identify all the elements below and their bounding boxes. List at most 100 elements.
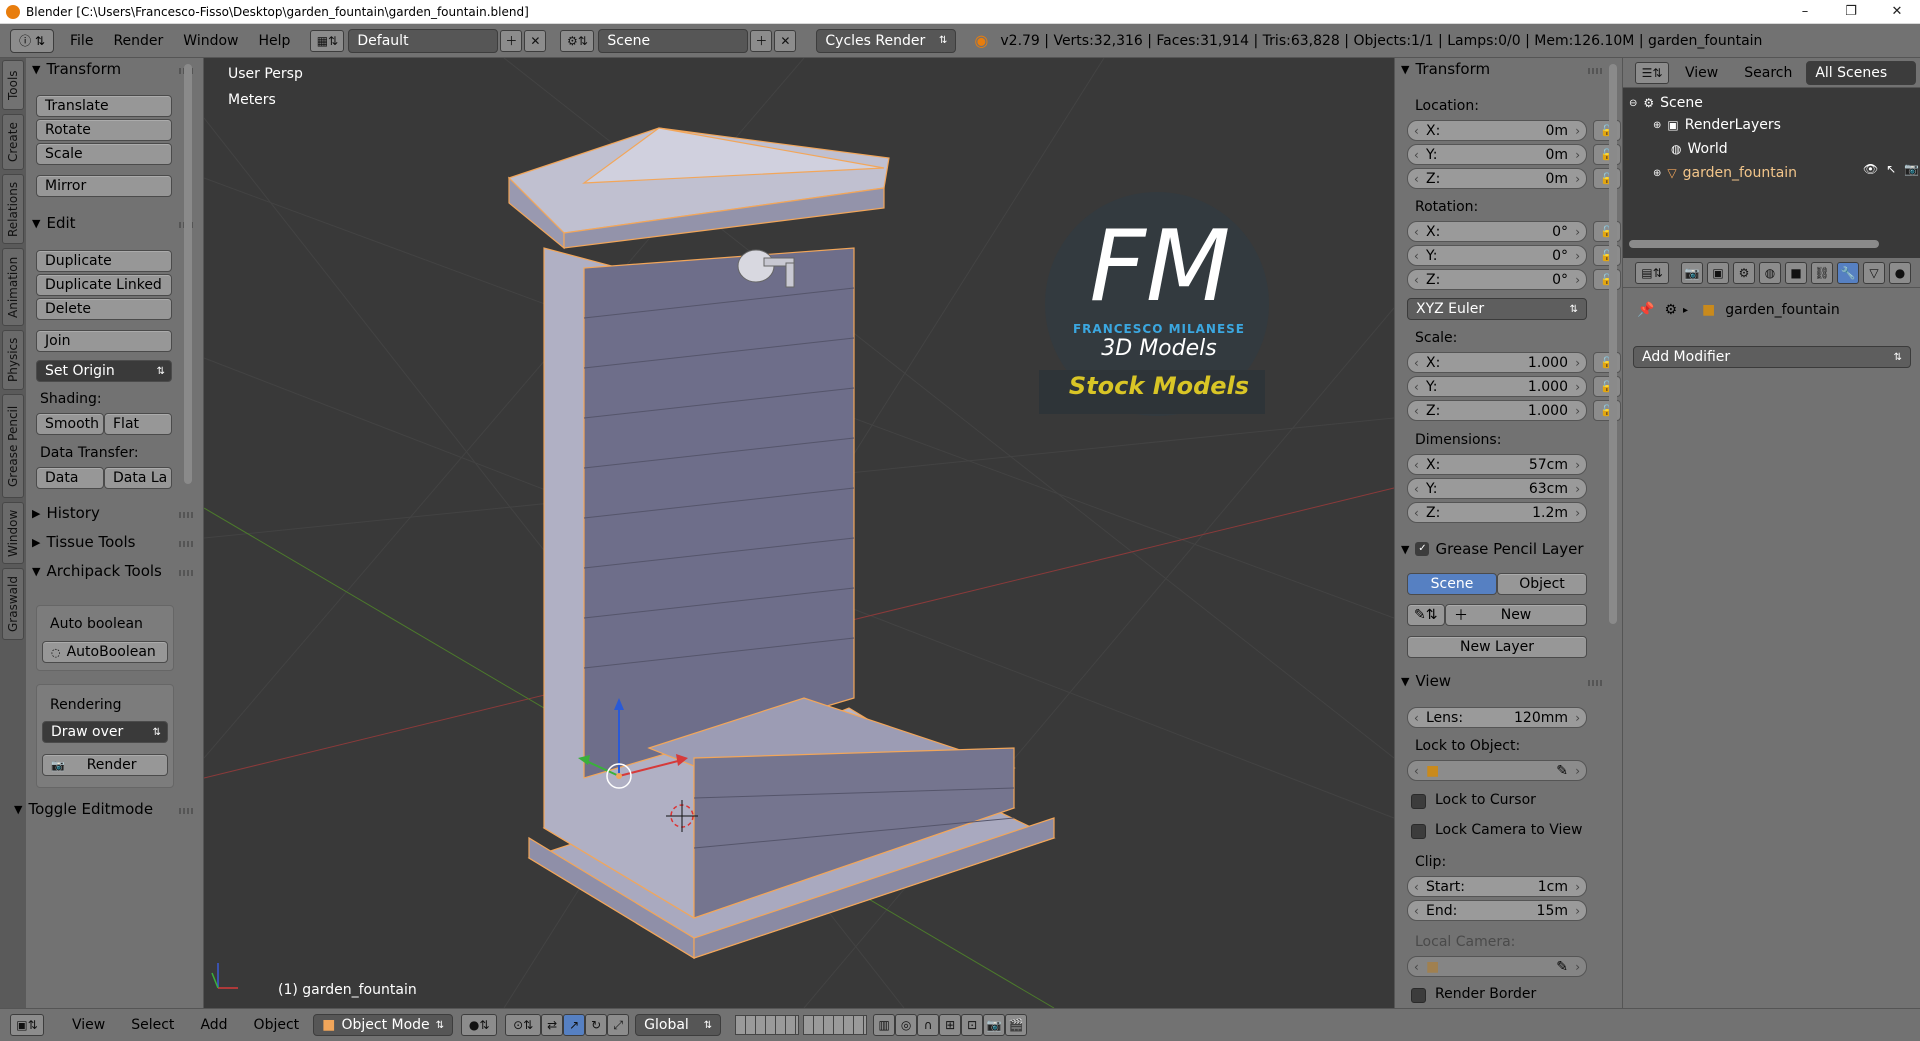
archipack-panel-header[interactable]: ▼ Archipack Tools [32,560,182,582]
outliner-display-mode[interactable]: All Scenes [1806,60,1917,85]
scale-z-field[interactable]: Z: 1.000 [1407,400,1587,421]
minimize-button[interactable]: – [1782,0,1828,22]
tab-relations[interactable]: Relations [2,174,24,244]
remove-scene-icon[interactable]: ✕ [774,29,797,52]
panel-grip-icon[interactable] [1588,680,1602,686]
gp-pencil-icon[interactable]: ✎⇅ [1407,604,1445,626]
mirror-button[interactable]: Mirror [36,175,172,197]
draw-over-dropdown[interactable]: Draw over ⇅ [42,721,168,743]
scene-tab-icon[interactable]: ⚙ [1733,261,1755,284]
outliner-row-world[interactable]: ◍ World [1671,138,1728,160]
rotation-mode-dropdown[interactable]: XYZ Euler ⇅ [1407,298,1587,320]
material-tab-icon[interactable]: ● [1889,261,1911,284]
tab-animation[interactable]: Animation [2,248,24,326]
menu-help[interactable]: Help [248,29,300,53]
properties-type-icon[interactable]: ▤⇅ [1635,261,1669,284]
scene-icon[interactable]: ⚙⇅ [560,29,595,52]
panel-grip-icon[interactable] [179,541,193,547]
eyedropper-icon[interactable]: ✎ [1556,763,1568,779]
scene-select[interactable]: Scene [598,28,749,53]
clip-start-field[interactable]: Start: 1cm [1407,876,1587,897]
data-button[interactable]: Data [36,467,104,489]
menu-select[interactable]: Select [131,1017,174,1033]
menu-add[interactable]: Add [200,1017,227,1033]
gp-new-layer-button[interactable]: New Layer [1407,636,1587,658]
opengl-render-icon[interactable]: 📷 [983,1014,1006,1036]
n-panel-scrollbar[interactable] [1609,64,1617,624]
maximize-button[interactable]: ❐ [1828,0,1874,22]
eyedropper-icon[interactable]: ✎ [1556,959,1568,975]
outliner-scrollbar[interactable] [1629,240,1879,248]
layers-grid-2[interactable] [803,1015,868,1035]
panel-grip-icon[interactable] [179,808,193,814]
flat-button[interactable]: Flat [104,413,172,435]
outliner-row-object[interactable]: ⊕ ▽ garden_fountain [1653,162,1797,184]
rotation-y-field[interactable]: Y: 0° [1407,245,1587,266]
lens-field[interactable]: Lens: 120mm [1407,707,1587,728]
checkbox-checked-icon[interactable]: ✓ [1415,542,1430,556]
grease-pencil-layer-header[interactable]: ▼ ✓ Grease Pencil Layer [1401,538,1591,560]
tissue-tools-panel-header[interactable]: ▶ Tissue Tools [32,531,135,553]
dimensions-z-field[interactable]: Z: 1.2m [1407,502,1587,523]
menu-view[interactable]: View [72,1017,105,1033]
cursor-select-icon[interactable]: ↖ [1886,162,1896,176]
editor-type-3d-icon[interactable]: ▣⇅ [10,1014,44,1036]
menu-file[interactable]: File [60,29,103,53]
data-layers-button[interactable]: Data La [104,467,172,489]
pin-icon[interactable]: 📌 [1637,302,1654,318]
lock-to-object-field[interactable]: ■✎ [1407,760,1587,781]
tab-tools[interactable]: Tools [2,60,24,110]
render-border-checkbox[interactable] [1411,988,1426,1003]
editor-type-button[interactable]: ⓘ ⇅ [10,28,54,53]
tab-create[interactable]: Create [2,114,24,170]
tab-window[interactable]: Window [2,502,24,564]
delete-button[interactable]: Delete [36,298,172,320]
view-n-header[interactable]: ▼ View [1401,670,1451,692]
panel-grip-icon[interactable] [179,512,193,518]
dimensions-x-field[interactable]: X: 57cm [1407,454,1587,475]
clip-end-field[interactable]: End: 15m [1407,900,1587,921]
world-tab-icon[interactable]: ◍ [1759,261,1781,284]
scale-y-field[interactable]: Y: 1.000 [1407,376,1587,397]
rotate-manipulator-icon[interactable]: ↻ [585,1014,608,1036]
outliner-search-menu[interactable]: Search [1744,65,1792,81]
location-x-field[interactable]: X: 0m [1407,120,1587,141]
gp-new-button[interactable]: ＋ New [1445,604,1587,626]
translate-manipulator-icon[interactable]: ↗ [563,1014,586,1036]
tab-graswald[interactable]: Graswald [2,568,24,640]
outliner-view-menu[interactable]: View [1685,65,1718,81]
local-camera-field[interactable]: ■✎ [1407,956,1587,977]
remove-screen-icon[interactable]: ✕ [524,29,547,52]
menu-render[interactable]: Render [103,29,173,53]
render-engine-select[interactable]: Cycles Render ⇅ [816,28,957,53]
snap-target-icon[interactable]: ⊡ [961,1014,984,1036]
mode-select[interactable]: ■ Object Mode ⇅ [313,1014,454,1036]
dimensions-y-field[interactable]: Y: 63cm [1407,478,1587,499]
join-button[interactable]: Join [36,330,172,352]
scale-button[interactable]: Scale [36,143,172,165]
lock-to-cursor-checkbox[interactable] [1411,794,1426,809]
location-z-field[interactable]: Z: 0m [1407,168,1587,189]
proportional-edit-icon[interactable]: ◎ [895,1014,918,1036]
tool-shelf-scrollbar[interactable] [184,64,192,484]
gp-object-button[interactable]: Object [1497,573,1587,595]
screen-layout-select[interactable]: Default [348,28,499,53]
tab-grease-pencil[interactable]: Grease Pencil [2,394,24,498]
tab-physics[interactable]: Physics [2,330,24,390]
gp-scene-button[interactable]: Scene [1407,573,1497,595]
opengl-anim-icon[interactable]: 🎬 [1005,1014,1028,1036]
viewport-shading-icon[interactable]: ●⇅ [461,1014,498,1036]
transform-panel-header[interactable]: ▼ Transform [32,58,121,80]
scale-x-field[interactable]: X: 1.000 [1407,352,1587,373]
constraints-tab-icon[interactable]: ⛓ [1811,261,1833,284]
set-origin-dropdown[interactable]: Set Origin ⇅ [36,360,172,382]
auto-boolean-button[interactable]: ◌ AutoBoolean [42,641,168,663]
rotation-z-field[interactable]: Z: 0° [1407,269,1587,290]
fountain-model[interactable] [507,127,1056,960]
pivot-point-icon[interactable]: ⊙⇅ [505,1014,542,1036]
duplicate-linked-button[interactable]: Duplicate Linked [36,274,172,296]
renderlayers-tab-icon[interactable]: ▣ [1707,261,1729,284]
lock-camera-to-view-checkbox[interactable] [1411,824,1426,839]
screen-layout-icon[interactable]: ▦⇅ [310,29,345,52]
render-tab-icon[interactable]: 📷 [1681,261,1703,284]
